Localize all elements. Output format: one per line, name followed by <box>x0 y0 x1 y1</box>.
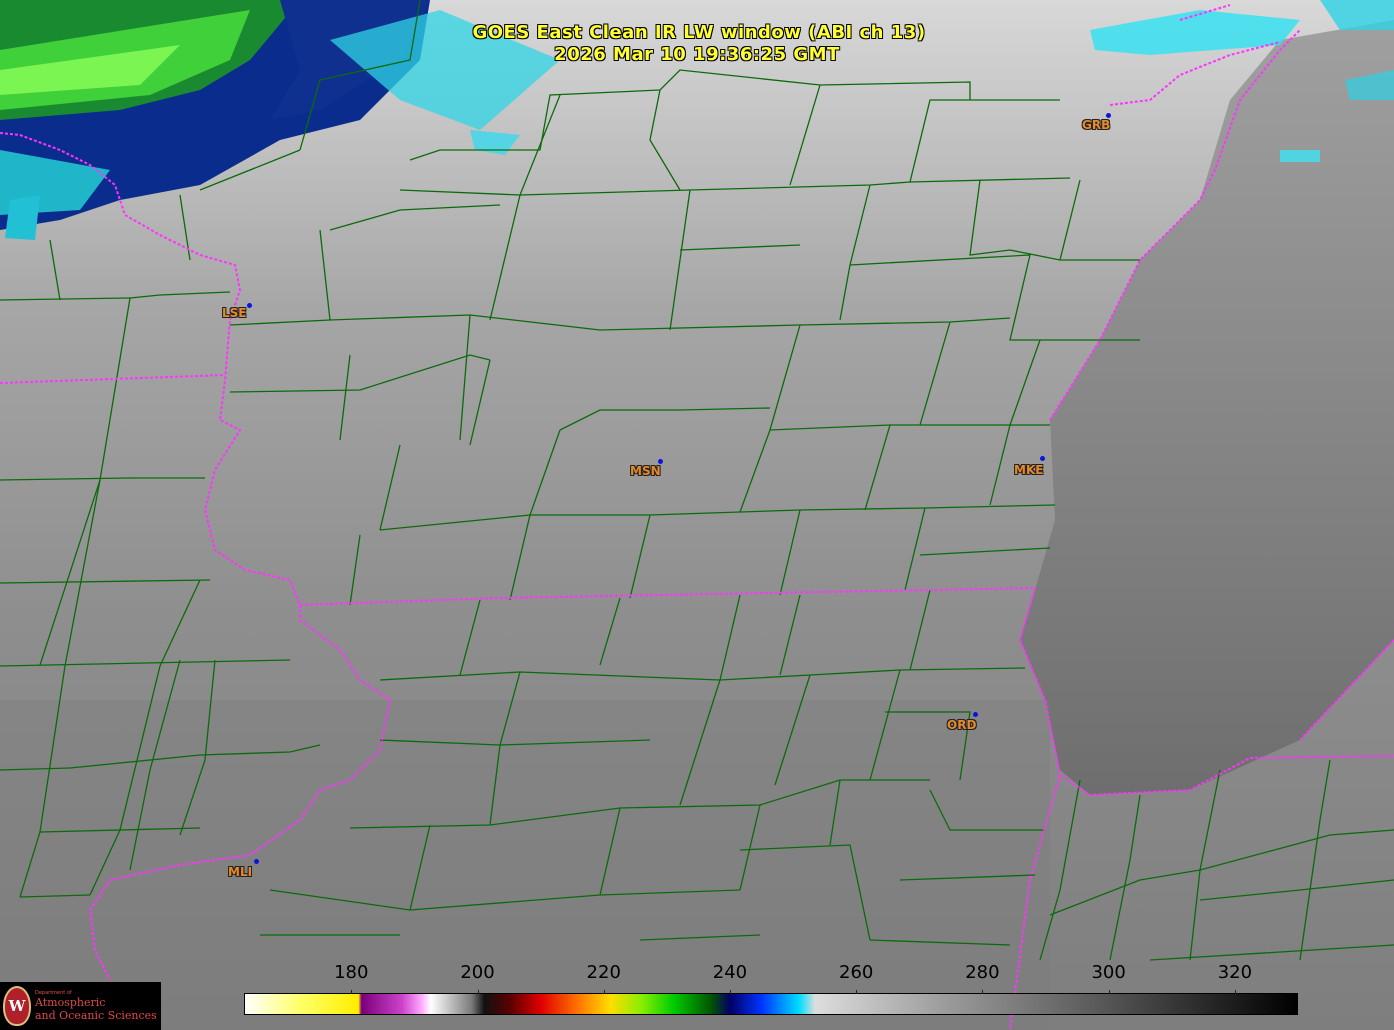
colorbar-tick-label: 220 <box>586 962 621 983</box>
colorbar-tick-mark <box>856 990 858 994</box>
station-label: MSN <box>630 464 661 478</box>
colorbar-tick-label: 260 <box>839 962 874 983</box>
seal-letter: W <box>8 997 26 1015</box>
colorbar-tick-label: 280 <box>965 962 1000 983</box>
colorbar-tick-mark <box>477 990 479 994</box>
logo-line2: and Oceanic Sciences <box>35 1009 157 1022</box>
station-dot-icon <box>254 859 259 864</box>
station-label: ORD <box>947 718 977 732</box>
station-label: LSE <box>222 306 247 320</box>
colorbar-gradient <box>244 993 1298 1015</box>
colorbar-tick-mark <box>729 990 731 994</box>
station-dot-icon <box>973 712 978 717</box>
image-title: GOES East Clean IR LW window (ABI ch 13) <box>472 22 926 43</box>
station-label: MKE <box>1014 463 1044 477</box>
logo-line1: Atmospheric <box>35 996 106 1009</box>
station-dot-icon <box>247 303 252 308</box>
station-dot-icon <box>1040 456 1045 461</box>
station-label: MLI <box>228 865 253 879</box>
colorbar-tick-mark <box>982 990 984 994</box>
temperature-colorbar <box>244 993 1298 1015</box>
station-label: GRB <box>1082 118 1111 132</box>
colorbar-tick-mark <box>1234 990 1236 994</box>
image-timestamp: 2026 Mar 10 19:36:25 GMT <box>554 44 840 65</box>
colorbar-tick-mark <box>351 990 353 994</box>
colorbar-tick-label: 320 <box>1217 962 1253 983</box>
satellite-map <box>0 0 1394 1030</box>
colorbar-tick-label: 180 <box>334 962 369 983</box>
colorbar-tick-mark <box>1108 990 1110 994</box>
colorbar-tick-label: 200 <box>460 962 495 983</box>
aos-logo: W Department of Atmospheric and Oceanic … <box>0 982 161 1030</box>
colorbar-tick-mark <box>603 990 605 994</box>
uw-seal-icon: W <box>3 986 31 1026</box>
colorbar-tick-label: 240 <box>712 962 748 983</box>
colorbar-tick-label: 300 <box>1091 962 1126 983</box>
